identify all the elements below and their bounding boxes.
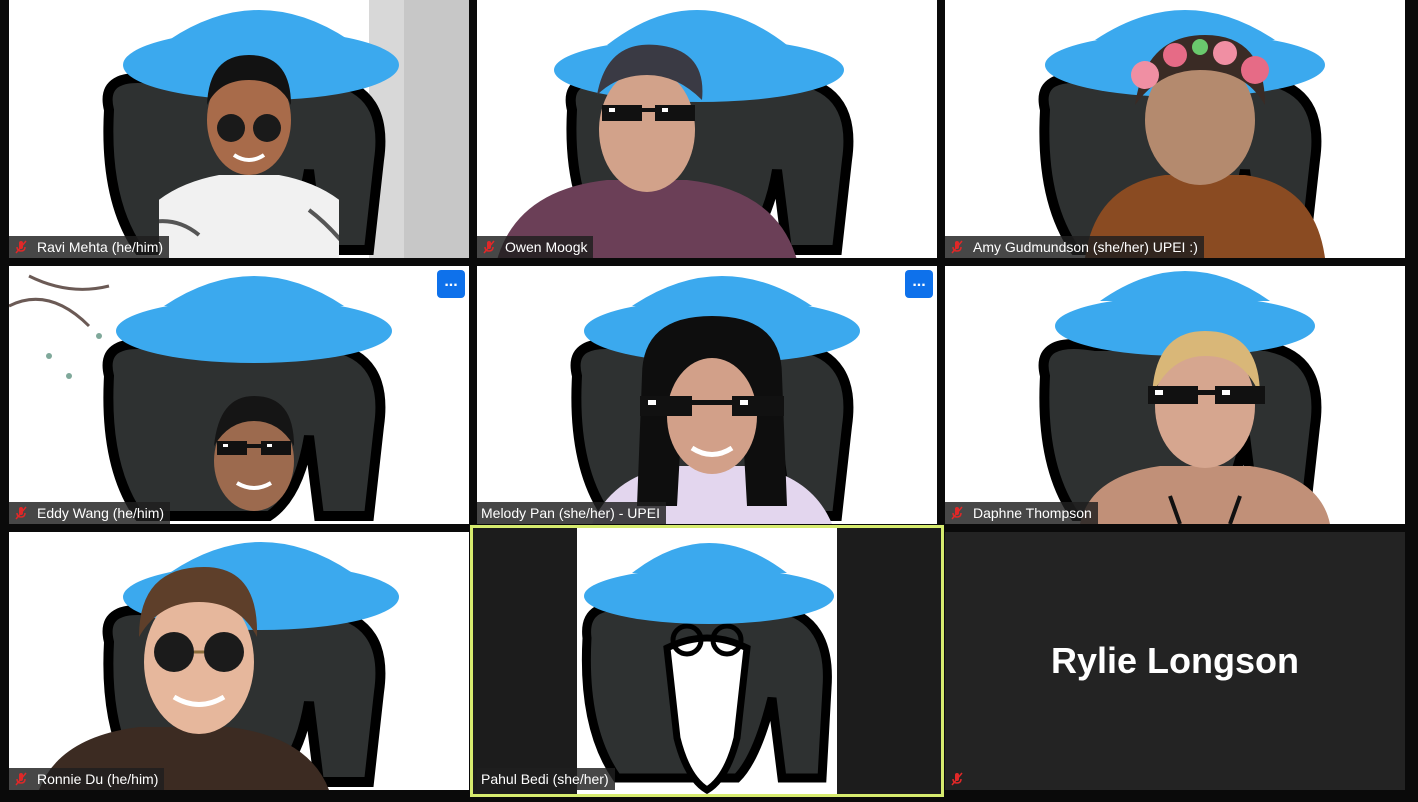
muted-mic-icon [13,239,29,255]
muted-mic-icon [949,771,965,787]
participant-video-person [199,391,309,524]
participant-name: Eddy Wang (he/him) [37,505,165,521]
letterbox-left [473,528,577,794]
participant-name-label: Ronnie Du (he/him) [9,768,165,790]
participant-tile-melody-pan[interactable]: ... Melody Pan (she/her) - UPEI [477,266,937,524]
participant-name: Melody Pan (she/her) - UPEI [481,505,660,521]
participant-tile-pahul-bedi[interactable]: Pahul Bedi (she/her) [470,525,944,797]
participant-tile-ravi-mehta[interactable]: Ravi Mehta (he/him) [9,0,469,258]
virtual-background [577,528,837,794]
participant-name-label: Melody Pan (she/her) - UPEI [477,502,666,524]
participant-video-person [1075,15,1325,258]
participant-name: Ravi Mehta (he/him) [37,239,164,255]
more-options-label: ... [912,273,926,290]
participant-video-person [119,50,379,258]
participant-video-person [497,40,797,258]
participant-name: Pahul Bedi (she/her) [481,771,609,787]
letterbox-right [837,528,941,794]
muted-mic-icon [949,239,965,255]
participant-video-person [1070,326,1340,524]
participant-name-label: Daphne Thompson [945,502,1098,524]
participant-tile-rylie-longson[interactable]: Rylie Longson [945,532,1405,790]
participant-video-person [592,316,832,524]
participant-name: Owen Moogk [505,239,588,255]
participant-name: Ronnie Du (he/him) [37,771,159,787]
muted-mic-icon [949,505,965,521]
participant-name-label: Amy Gudmundson (she/her) UPEI :) [945,236,1204,258]
muted-mic-icon [13,771,29,787]
participant-display-name: Rylie Longson [1050,640,1299,681]
participant-tile-ronnie-du[interactable]: Ronnie Du (he/him) [9,532,469,790]
participant-name-label: Owen Moogk [477,236,594,258]
participant-name: Amy Gudmundson (she/her) UPEI :) [973,239,1198,255]
participant-tile-owen-moogk[interactable]: Owen Moogk [477,0,937,258]
muted-mic-icon [481,239,497,255]
participant-video-person [39,567,329,790]
more-options-label: ... [444,273,458,290]
participant-name-label: Pahul Bedi (she/her) [477,768,615,790]
participant-name-label: Ravi Mehta (he/him) [9,236,170,258]
gallery-view: Ravi Mehta (he/him) Owen Moogk Amy Gudmu… [0,0,1418,802]
participant-tile-daphne-thompson[interactable]: Daphne Thompson [945,266,1405,524]
participant-name: Daphne Thompson [973,505,1092,521]
participant-name-label [945,768,979,790]
participant-tile-eddy-wang[interactable]: ... Eddy Wang (he/him) [9,266,469,524]
participant-tile-amy-gudmundson[interactable]: Amy Gudmundson (she/her) UPEI :) [945,0,1405,258]
muted-mic-icon [13,505,29,521]
more-options-button[interactable]: ... [437,270,465,298]
more-options-button[interactable]: ... [905,270,933,298]
participant-name-label: Eddy Wang (he/him) [9,502,171,524]
